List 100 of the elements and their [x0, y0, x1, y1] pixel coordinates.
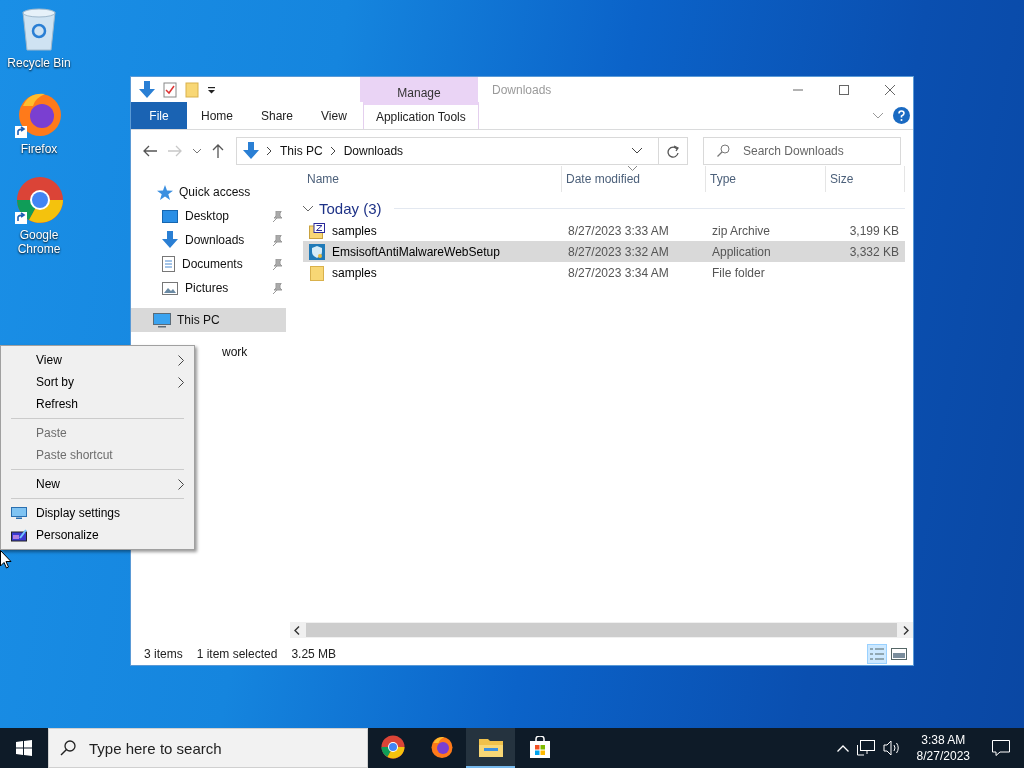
- file-name: samples: [332, 265, 377, 280]
- column-header[interactable]: Name: [303, 166, 562, 192]
- shopping-bag-icon: [528, 736, 551, 758]
- submenu-chevron-icon: [178, 354, 184, 366]
- details-view-icon: [869, 647, 885, 661]
- pin-icon[interactable]: [272, 258, 282, 270]
- status-text: 3.25 MB: [291, 647, 337, 661]
- personalize-icon: [11, 528, 27, 542]
- zip-folder-icon: [309, 222, 325, 239]
- menu-item[interactable]: Personalize: [1, 524, 194, 546]
- nav-item[interactable]: Desktop: [131, 204, 286, 228]
- breadcrumb[interactable]: Downloads: [343, 144, 404, 158]
- submenu-chevron-icon: [178, 478, 184, 490]
- computer-icon: [153, 312, 171, 328]
- file-name: samples: [332, 223, 377, 238]
- status-text: 3 items: [144, 647, 183, 661]
- search-field[interactable]: Search Downloads: [703, 137, 901, 165]
- caret-icon[interactable]: [207, 85, 216, 94]
- taskbar-search-field[interactable]: Type here to search: [48, 728, 368, 768]
- size-cell-text: 3,199 KB: [848, 223, 900, 238]
- menu-item[interactable]: Display settings: [1, 502, 194, 524]
- ribbon-tab[interactable]: Share: [247, 102, 308, 129]
- scroll-right-icon[interactable]: [903, 625, 909, 635]
- clock[interactable]: 3:38 AM 8/27/2023: [908, 728, 978, 768]
- nav-item[interactable]: Pictures: [131, 276, 286, 300]
- folder-icon: [478, 737, 503, 757]
- network-icon[interactable]: [856, 740, 875, 756]
- type-cell-text: zip Archive: [711, 223, 772, 238]
- horizontal-scrollbar[interactable]: [290, 622, 913, 638]
- type-cell-text: File folder: [711, 265, 766, 280]
- shield-app-icon: [309, 243, 325, 260]
- folder-icon: [309, 264, 325, 281]
- download-arrow-icon: [162, 231, 178, 249]
- collapse-chevron-icon[interactable]: [303, 203, 313, 213]
- ribbon-tab[interactable]: View: [307, 102, 361, 129]
- nav-item[interactable]: This PC: [131, 308, 286, 332]
- date-cell-text: 8/27/2023 3:34 AM: [567, 265, 670, 280]
- window-title: Downloads: [492, 82, 553, 97]
- download-arrow-icon[interactable]: [139, 80, 155, 99]
- star-icon: [157, 184, 173, 200]
- file-row[interactable]: samples 8/27/2023 3:33 AM zip Archive 3,199 KB: [303, 220, 905, 241]
- menu-item[interactable]: View: [1, 349, 194, 371]
- notification-icon[interactable]: [992, 740, 1010, 756]
- firefox-icon: [429, 735, 454, 759]
- date-cell-text: 8/27/2023 3:32 AM: [567, 244, 670, 259]
- size-cell-text: 3,332 KB: [848, 244, 900, 259]
- pin-icon[interactable]: [272, 234, 282, 246]
- breadcrumb[interactable]: This PC: [280, 144, 323, 158]
- file-row[interactable]: EmsisoftAntiMalwareWebSetup 8/27/2023 3:32 AM Application 3,332 KB: [303, 241, 905, 262]
- chrome-icon[interactable]: [15, 176, 63, 224]
- maximize-icon[interactable]: [839, 84, 849, 95]
- contextual-tab-header: Manage: [360, 77, 478, 102]
- search-icon: [60, 740, 76, 756]
- chevron-down-icon[interactable]: [632, 148, 642, 154]
- close-icon[interactable]: [885, 84, 895, 95]
- address-bar[interactable]: This PC Downloads: [236, 137, 688, 165]
- properties-icon[interactable]: [163, 81, 177, 98]
- desktop-icon-label[interactable]: Google Chrome: [4, 228, 74, 256]
- file-row[interactable]: samples 8/27/2023 3:34 AM File folder: [303, 262, 905, 283]
- back-arrow-icon[interactable]: [143, 145, 157, 157]
- breadcrumb-chevron-icon[interactable]: [267, 147, 272, 155]
- help-icon[interactable]: [893, 107, 910, 124]
- breadcrumb-chevron-icon[interactable]: [330, 147, 336, 155]
- chevron-up-icon[interactable]: [836, 744, 849, 752]
- taskbar-app-button[interactable]: [466, 728, 515, 768]
- document-icon: [162, 256, 175, 272]
- desktop-icon: [162, 209, 178, 223]
- pin-icon[interactable]: [272, 210, 282, 222]
- column-header[interactable]: Type: [706, 166, 826, 192]
- scroll-left-icon[interactable]: [294, 625, 300, 635]
- menu-item[interactable]: New: [1, 473, 194, 495]
- ribbon-tab[interactable]: Home: [187, 102, 247, 129]
- column-header[interactable]: Date modified: [562, 166, 706, 192]
- nav-item[interactable]: Downloads: [131, 228, 286, 252]
- pictures-icon: [162, 281, 178, 295]
- recycle-bin-icon[interactable]: [19, 6, 59, 52]
- submenu-chevron-icon: [178, 376, 184, 388]
- desktop-icon-label[interactable]: Recycle Bin: [4, 56, 74, 70]
- search-icon: [717, 144, 730, 157]
- nav-item[interactable]: Quick access: [131, 180, 286, 204]
- nav-item[interactable]: Documents: [131, 252, 286, 276]
- file-tab[interactable]: File: [131, 102, 187, 129]
- group-header[interactable]: Today (3): [319, 199, 382, 217]
- date-cell-text: 8/27/2023 3:33 AM: [567, 223, 670, 238]
- mouse-pointer-icon: [0, 550, 12, 569]
- type-cell-text: Application: [711, 244, 772, 259]
- thumbnail-view-icon: [891, 648, 907, 660]
- speaker-icon[interactable]: [882, 740, 901, 756]
- up-arrow-icon[interactable]: [212, 144, 224, 158]
- chrome-icon: [380, 735, 405, 759]
- column-header[interactable]: Size: [826, 166, 905, 192]
- file-name: EmsisoftAntiMalwareWebSetup: [332, 244, 500, 259]
- refresh-icon: [667, 144, 679, 158]
- pin-icon[interactable]: [272, 282, 282, 294]
- windows-logo-icon: [16, 740, 32, 756]
- menu-item[interactable]: Sort by: [1, 371, 194, 393]
- menu-item[interactable]: Refresh: [1, 393, 194, 415]
- download-arrow-icon: [243, 142, 259, 160]
- chevron-down-icon[interactable]: [193, 148, 201, 154]
- monitor-icon: [11, 507, 27, 519]
